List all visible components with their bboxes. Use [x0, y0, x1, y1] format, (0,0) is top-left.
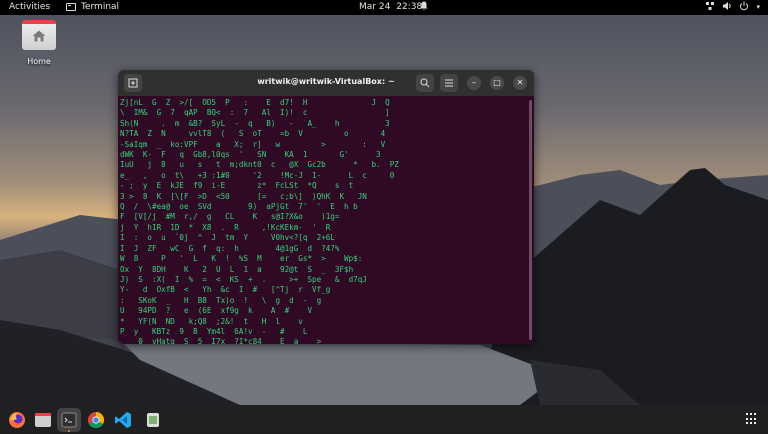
terminal-line: Zj[nL G Z >/[ OD5 P : E d7! H J Q [120, 98, 390, 107]
search-icon [420, 78, 430, 88]
terminal-line: dWK K- F q Gb8,l0qs ' SN KA 1 G' 3 [120, 150, 381, 160]
terminal-line: P y KBTz 9 B Ym4l 6A!v - # L [120, 326, 308, 336]
system-menu[interactable]: ▾ [705, 1, 760, 13]
terminal-line: Y- d OxfB < Yh &c I # [^Tj r Vf_g [120, 285, 331, 295]
maximize-button[interactable]: □ [490, 76, 504, 90]
files-icon [35, 413, 51, 427]
dock-chrome[interactable] [84, 408, 108, 432]
trash-icon [147, 413, 159, 427]
terminal-line: J) S :X( I % = < KS + . >+ Spe & d7qJ [120, 274, 367, 284]
terminal-line: W 8 P ' L K ! %S M er Gs* > Wp$: [120, 254, 363, 264]
terminal-line: \ IM& G 7 qAP BQ< : 7 Al I)! c ] [120, 108, 390, 118]
terminal-line: - ; y E kJE f9 i-E z* FcLSt *Q s t [120, 181, 354, 191]
chevron-down-icon: ▾ [756, 3, 760, 11]
home-folder-label: Home [27, 57, 51, 66]
top-bar: Activities Terminal Mar 24 22:38 ▾ [0, 0, 768, 15]
terminal-line: F [V[/j #M r,/ g CL K s@I?X&o )1g= [120, 212, 340, 222]
network-icon [706, 2, 715, 10]
clock-time: 22:38 [396, 2, 423, 12]
terminal-line: _ 0 vHatg S 5 I7x ?I*c84 E a > [120, 337, 322, 344]
terminal-line: Ox Y 8DH K 2 U L 1 a 92@t S _ 3F$h [120, 264, 354, 274]
terminal-line: U 94PD ? e (6E xf9g k A # V [120, 306, 313, 316]
terminal-line: e_ , o t\ +3 :1#0 '2 !Mc-J 1- L c 0 [120, 170, 395, 180]
clock-date: Mar 24 [359, 2, 391, 12]
dock-vscode[interactable] [111, 408, 135, 432]
dock [0, 405, 768, 434]
terminal-scrollbar[interactable] [529, 100, 532, 340]
vscode-icon [115, 412, 131, 428]
terminal-icon [61, 412, 77, 428]
terminal-line: N?TA Z N vvlT8 ( S oT =b V o 4 [120, 129, 386, 139]
terminal-window[interactable]: writwik@writwik-VirtualBox: ~ – □ ✕ Zj[n… [118, 70, 534, 344]
home-folder-icon [22, 20, 56, 50]
app-menu-button[interactable]: Terminal [66, 2, 119, 12]
dock-firefox[interactable] [5, 408, 29, 432]
close-button[interactable]: ✕ [513, 76, 527, 90]
terminal-line: : SKoK _ H B8 Tx)o ! \ g d - g [120, 295, 322, 305]
terminal-line: j Y h1R 1D * X8 . R ,!KcKEkm- ' R [120, 222, 331, 232]
firefox-icon [9, 412, 25, 428]
close-icon: ✕ [516, 78, 524, 87]
terminal-line: Sh(N . m &B? SyL - q B) - A_ h 3 [120, 118, 390, 128]
app-name-label: Terminal [81, 2, 120, 12]
menu-icon [445, 79, 453, 87]
terminal-output[interactable]: Zj[nL G Z >/[ OD5 P : E d7! H J Q \ IM& G… [118, 96, 526, 344]
chrome-icon [88, 411, 105, 429]
volume-icon [723, 2, 732, 10]
terminal-line: I J ZF wC G f q: h 4@1gG d ?4?% [120, 243, 340, 253]
minimize-button[interactable]: – [467, 76, 481, 90]
power-icon [740, 1, 749, 11]
show-applications-button[interactable] [746, 413, 758, 425]
terminal-line: I : o u `0j ^ J tm Y V0hv<?[q 2+6L [120, 233, 335, 243]
terminal-titlebar[interactable]: writwik@writwik-VirtualBox: ~ – □ ✕ [118, 70, 534, 96]
terminal-line: Q / \#ea@ oe SVd 9) aPjGt 7' ' E h b [120, 202, 358, 212]
terminal-line: * YF(N ND k;Q8 ;2&! t H l v [120, 316, 303, 326]
dock-files[interactable] [31, 408, 55, 432]
minimize-icon: – [472, 78, 476, 87]
terminal-app-icon [66, 3, 76, 11]
maximize-icon: □ [493, 78, 501, 87]
notification-bell-icon[interactable] [420, 1, 428, 14]
search-button[interactable] [416, 74, 434, 92]
terminal-line: IuU j 8 u s t m;dknt0 c @X Gc2b * b. PZ [120, 160, 399, 170]
desktop-home-folder[interactable]: Home [19, 20, 59, 66]
terminal-line: -SaIqm _ ko:VPF a X; r] w > : V [120, 139, 386, 149]
hamburger-menu-button[interactable] [440, 74, 458, 92]
activities-button[interactable]: Activities [9, 2, 50, 12]
clock-button[interactable]: Mar 24 22:38 [359, 2, 422, 12]
running-indicator [68, 430, 70, 432]
terminal-line: 3 > 8 K [\[F >D <50 [= c;b\] )QhK K JN [120, 191, 367, 201]
dock-trash[interactable] [141, 408, 165, 432]
dock-terminal[interactable] [57, 408, 81, 432]
